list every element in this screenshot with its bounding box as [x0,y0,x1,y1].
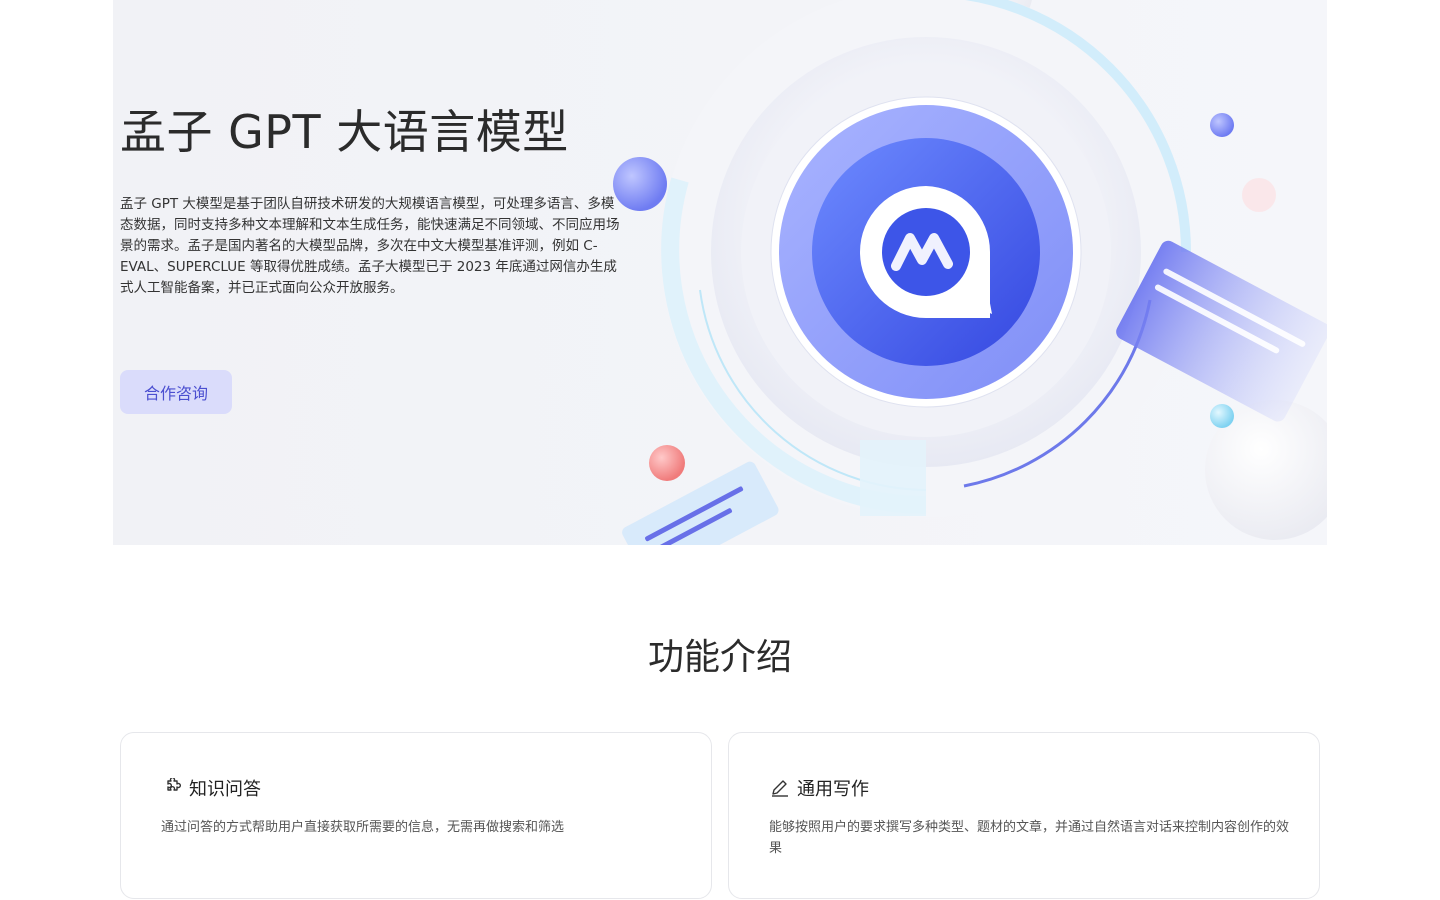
hero-section: 孟子 GPT 大语言模型 孟子 GPT 大模型是基于团队自研技术研发的大规模语言… [0,0,1440,545]
hero-description: 孟子 GPT 大模型是基于团队自研技术研发的大规模语言模型，可处理多语言、多模态… [120,196,620,296]
hero-illustration-art [613,0,1327,545]
feature-card-header: 通用写作 [769,775,869,801]
feature-card-title: 知识问答 [189,779,261,800]
feature-card-header: 知识问答 [161,775,261,801]
features-title: 功能介绍 [647,637,792,678]
consult-button[interactable]: 合作咨询 [120,370,232,414]
feature-card-title: 通用写作 [797,779,869,800]
writing-icon [769,777,791,799]
feature-card-qa[interactable]: 知识问答 通过问答的方式帮助用户直接获取所需要的信息，无需再做搜索和筛选 [120,732,712,899]
hero-title: 孟子 GPT 大语言模型 [120,105,569,159]
feature-card-description: 能够按照用户的要求撰写多种类型、题材的文章，并通过自然语言对话来控制内容创作的效… [769,820,1290,856]
feature-card-description: 通过问答的方式帮助用户直接获取所需要的信息，无需再做搜索和筛选 [161,820,565,835]
feature-card-writing[interactable]: 通用写作 能够按照用户的要求撰写多种类型、题材的文章，并通过自然语言对话来控制内… [728,732,1320,899]
puzzle-icon [161,777,183,799]
hero-illustration [560,0,1327,545]
